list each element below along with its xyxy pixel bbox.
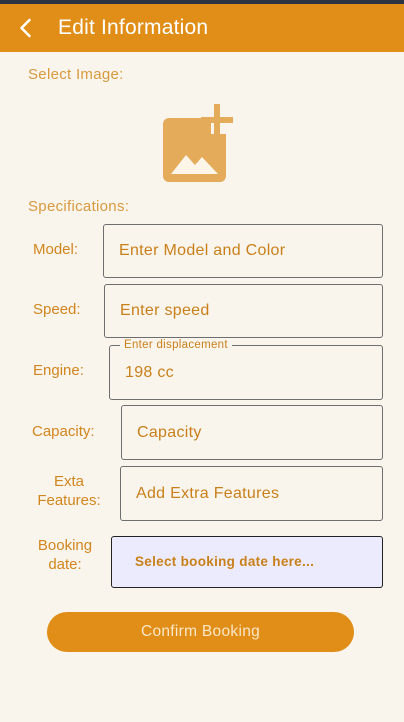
- add-photo-icon[interactable]: [162, 104, 244, 184]
- booking-date-label-line2: date:: [48, 556, 82, 573]
- specifications-label: Specifications:: [28, 198, 130, 215]
- confirm-booking-button[interactable]: Confirm Booking: [47, 612, 354, 652]
- capacity-label: Capacity:: [32, 423, 95, 440]
- extra-features-label-line1: Exta: [53, 473, 84, 490]
- model-input[interactable]: [103, 224, 383, 278]
- engine-field[interactable]: Enter displacement 198 cc: [109, 338, 383, 400]
- capacity-input[interactable]: [121, 405, 383, 460]
- engine-value: 198 cc: [125, 364, 174, 381]
- select-image-label: Select Image:: [28, 66, 124, 83]
- speed-input[interactable]: [104, 284, 383, 338]
- back-arrow-icon[interactable]: [14, 16, 38, 40]
- extra-features-label: Exta Features:: [32, 472, 106, 510]
- model-label: Model:: [33, 241, 79, 258]
- page-title: Edit Information: [58, 16, 209, 39]
- booking-date-placeholder: Select booking date here...: [135, 554, 315, 569]
- engine-label: Engine:: [33, 362, 84, 379]
- booking-date-field[interactable]: Select booking date here...: [111, 536, 383, 588]
- booking-date-label-line1: Booking: [37, 537, 93, 554]
- booking-date-label: Booking date:: [29, 536, 101, 574]
- engine-floating-label: Enter displacement: [120, 338, 232, 352]
- extra-features-input[interactable]: [120, 466, 383, 521]
- extra-features-label-line2: Features:: [37, 492, 101, 509]
- speed-label: Speed:: [33, 301, 81, 318]
- app-bar: Edit Information: [0, 4, 404, 52]
